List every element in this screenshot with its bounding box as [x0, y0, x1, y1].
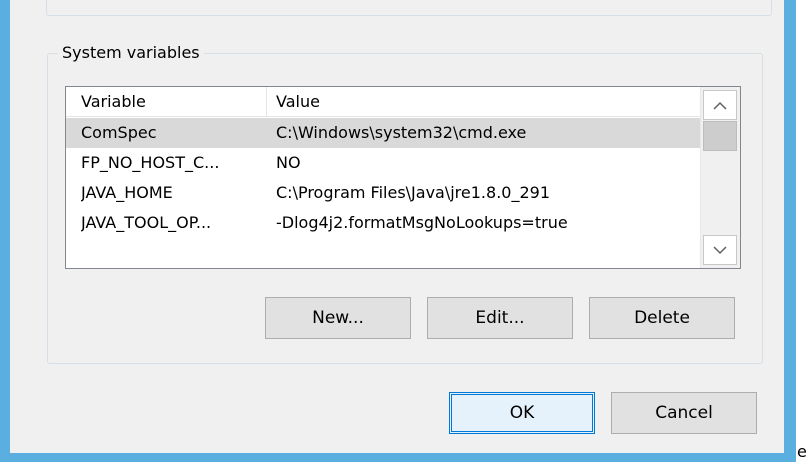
- variable-name: ComSpec: [81, 123, 157, 142]
- vertical-scrollbar[interactable]: [700, 87, 740, 268]
- chevron-up-icon[interactable]: [703, 90, 737, 120]
- table-row[interactable]: JAVA_HOME C:\Program Files\Java\jre1.8.0…: [66, 178, 700, 208]
- new-button[interactable]: New...: [265, 297, 411, 339]
- variable-value: -Dlog4j2.formatMsgNoLookups=true: [276, 213, 568, 232]
- system-variables-list[interactable]: Variable Value ComSpec C:\Windows\system…: [65, 86, 741, 269]
- chevron-down-icon[interactable]: [703, 235, 737, 265]
- variable-name: FP_NO_HOST_C...: [81, 153, 220, 172]
- user-variables-group-bottom-edge: [46, 0, 772, 16]
- table-row[interactable]: FP_NO_HOST_C... NO: [66, 148, 700, 178]
- edit-button-label: Edit...: [475, 308, 525, 328]
- scrollbar-thumb[interactable]: [703, 121, 737, 151]
- table-row[interactable]: ComSpec C:\Windows\system32\cmd.exe: [66, 118, 700, 148]
- background-window: [796, 0, 811, 468]
- ok-button-label: OK: [509, 403, 535, 423]
- list-header: Variable Value: [66, 87, 700, 117]
- edit-button[interactable]: Edit...: [427, 297, 573, 339]
- background-text-fragment: e: [797, 442, 807, 461]
- variable-name: JAVA_HOME: [81, 183, 173, 202]
- table-row[interactable]: JAVA_TOOL_OP... -Dlog4j2.formatMsgNoLook…: [66, 208, 700, 238]
- variable-value: NO: [276, 153, 301, 172]
- new-button-label: New...: [312, 308, 364, 328]
- delete-button-label: Delete: [634, 308, 690, 328]
- variable-name: JAVA_TOOL_OP...: [81, 213, 212, 232]
- system-variables-label: System variables: [58, 43, 204, 62]
- variable-value: C:\Windows\system32\cmd.exe: [276, 123, 527, 142]
- cancel-button-label: Cancel: [655, 403, 713, 423]
- delete-button[interactable]: Delete: [589, 297, 735, 339]
- variable-value: C:\Program Files\Java\jre1.8.0_291: [276, 183, 550, 202]
- ok-button[interactable]: OK: [449, 392, 595, 434]
- column-header-variable[interactable]: Variable: [66, 87, 267, 116]
- cancel-button[interactable]: Cancel: [611, 392, 757, 434]
- column-header-value[interactable]: Value: [267, 87, 700, 116]
